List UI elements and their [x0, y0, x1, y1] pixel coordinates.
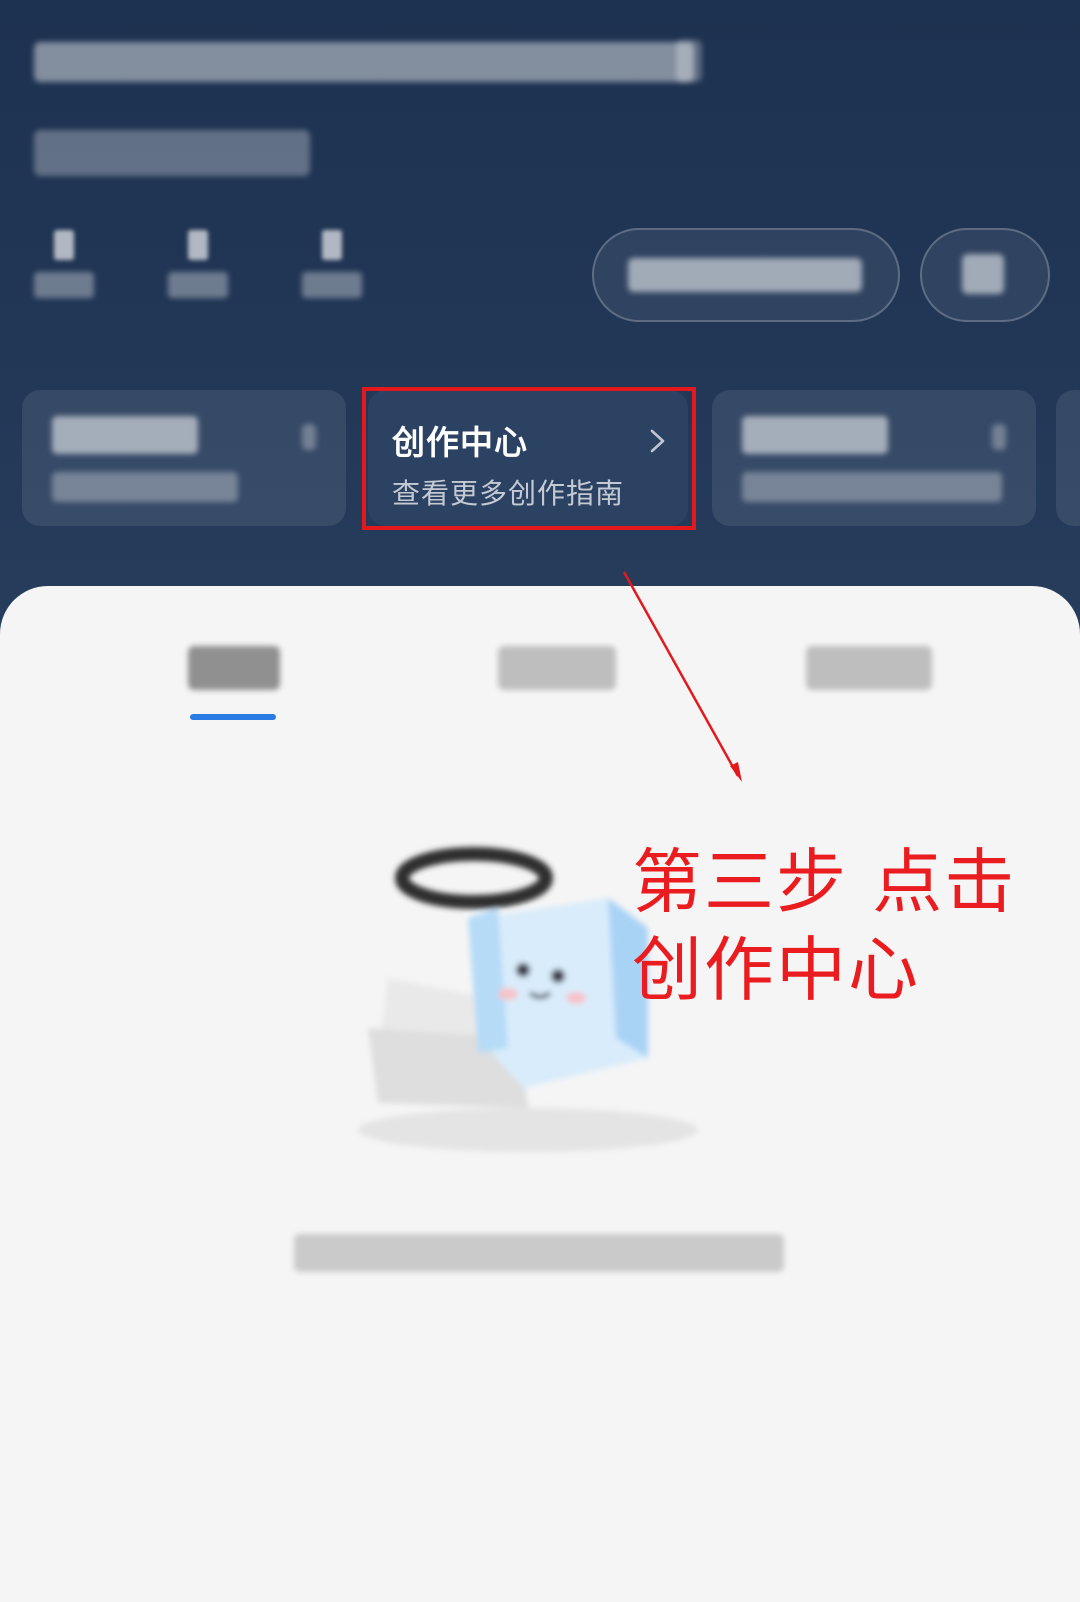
- edit-profile-button[interactable]: [592, 228, 900, 322]
- feature-card-partial[interactable]: [1056, 390, 1080, 526]
- stat-label: [302, 272, 362, 298]
- stat-following[interactable]: [32, 230, 96, 298]
- feature-card-title: [52, 416, 198, 454]
- tab-works[interactable]: [188, 646, 280, 690]
- chevron-right-icon: [992, 424, 1006, 450]
- profile-bio-edit-icon[interactable]: [676, 40, 702, 82]
- stat-followers[interactable]: [166, 230, 230, 298]
- feature-card-subtitle: [52, 472, 238, 502]
- empty-state-text: [294, 1234, 784, 1272]
- annotation-step-text: 第三步 点击创作中心: [632, 841, 1017, 1011]
- tab-private[interactable]: [498, 646, 616, 690]
- stat-label: [168, 272, 228, 298]
- tab-likes[interactable]: [806, 646, 932, 690]
- feature-card-title: [742, 416, 888, 454]
- stat-likes[interactable]: [300, 230, 364, 298]
- profile-bio-text: [34, 42, 694, 82]
- settings-button[interactable]: [920, 228, 1050, 322]
- annotation-highlight-box: [362, 387, 696, 530]
- chevron-right-icon: [302, 424, 316, 450]
- profile-tag-chip[interactable]: [34, 130, 310, 176]
- feature-card-subtitle: [742, 472, 1002, 502]
- edit-profile-label: [628, 258, 862, 292]
- stat-value: [188, 230, 208, 260]
- feature-card-right[interactable]: [712, 390, 1036, 526]
- settings-icon: [962, 254, 1004, 294]
- stat-value: [54, 230, 74, 260]
- stat-value: [322, 230, 342, 260]
- profile-header: 创作中心 查看更多创作指南: [0, 0, 1080, 640]
- tab-active-underline: [190, 714, 276, 720]
- stat-label: [34, 272, 94, 298]
- feature-card-left[interactable]: [22, 390, 346, 526]
